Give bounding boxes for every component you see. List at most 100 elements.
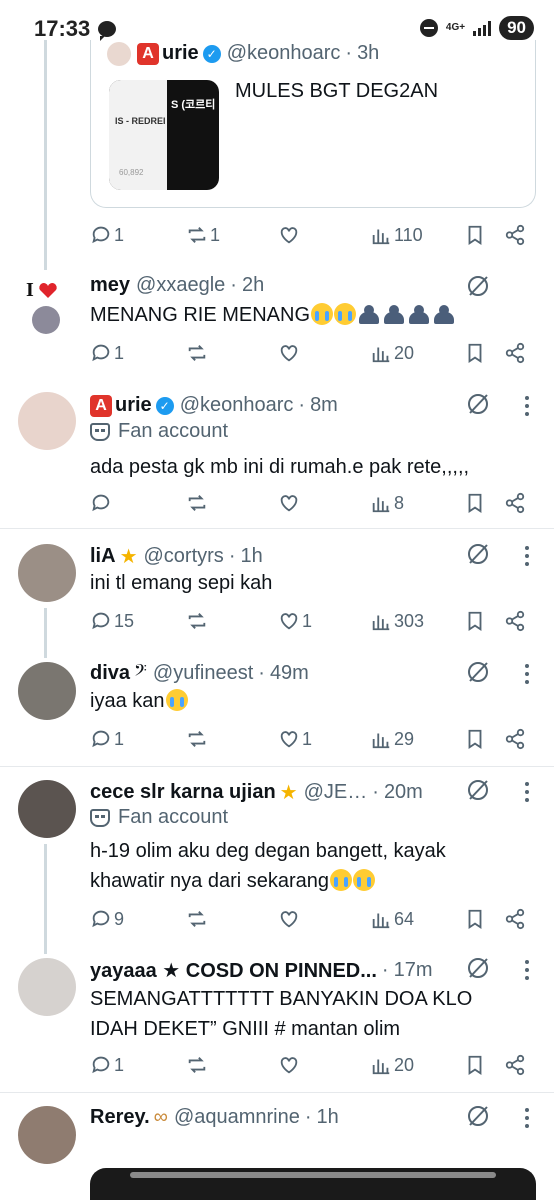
grok-icon[interactable] [466,274,490,298]
tweet-text: iyaa kan [90,686,520,716]
display-name[interactable]: mey [90,274,130,297]
repost-button[interactable] [186,338,210,368]
share-button[interactable] [504,488,526,518]
repost-icon [188,731,206,747]
reply-button[interactable]: 1 [90,338,124,368]
display-name[interactable]: urie [115,394,152,417]
display-name[interactable]: Rerey. [90,1106,150,1129]
bookmark-button[interactable] [464,1050,486,1080]
views-button[interactable]: 303 [370,606,424,636]
tweet-media-preview[interactable] [90,1168,536,1200]
repost-icon [188,345,206,361]
bookmark-button[interactable] [464,724,486,754]
bookmark-button[interactable] [464,904,486,934]
repost-button[interactable]: 1 [186,220,220,250]
handle[interactable]: @keonhoarc [180,394,294,417]
grok-icon[interactable] [466,542,490,566]
quoted-tweet-card[interactable]: A urie ✓ @keonhoarc · 3h IS - REDREI S (… [90,40,536,208]
handle[interactable]: @xxaegle [136,274,225,297]
views-count: 110 [394,224,423,245]
reply-button[interactable] [90,488,114,518]
avatar[interactable] [18,544,76,602]
repost-icon [188,613,206,629]
network-type: 4G+ [445,22,466,33]
avatar-heart-label: I [26,278,66,300]
quoted-media-thumbnail[interactable]: IS - REDREI S (코르티 60,892 [109,80,219,190]
tweet[interactable]: I mey @xxaegle · 2h MENANG RIE MENANG 1 … [0,270,554,390]
grok-icon[interactable] [466,660,490,684]
share-icon [505,728,525,750]
avatar[interactable] [18,958,76,1016]
avatar[interactable] [18,392,76,450]
like-button[interactable] [278,488,302,518]
like-button[interactable]: 1 [278,606,312,636]
avatar[interactable] [18,780,76,838]
quoted-display-name: urie [162,42,199,64]
share-button[interactable] [504,606,526,636]
share-button[interactable] [504,338,526,368]
avatar[interactable] [32,306,60,334]
views-button[interactable]: 20 [370,338,414,368]
reply-button[interactable]: 1 [90,220,124,250]
more-options-icon[interactable] [524,664,530,684]
share-button[interactable] [504,220,526,250]
reply-button[interactable]: 1 [90,1050,124,1080]
handle[interactable]: @cortyrs [144,545,224,568]
reply-button[interactable]: 9 [90,904,124,934]
views-button[interactable]: 8 [370,488,404,518]
like-button[interactable] [278,1050,302,1080]
views-button[interactable]: 20 [370,1050,414,1080]
handle[interactable]: @yufineest [153,662,253,685]
like-button[interactable] [278,220,302,250]
display-name[interactable]: diva [90,662,130,685]
tweet[interactable]: liA ★ @cortyrs · 1h ini tl emang sepi ka… [0,540,554,658]
tweet-divider [0,528,554,529]
handle[interactable]: @JE… [304,781,368,804]
share-button[interactable] [504,904,526,934]
tweet[interactable]: yayaaa ★ COSD ON PINNED... · 17m SEMANGA… [0,954,554,1084]
tweet[interactable]: diva 𝄢 @yufineest · 49m iyaa kan 1 1 29 [0,658,554,768]
repost-button[interactable] [186,904,210,934]
avatar[interactable] [18,662,76,720]
bookmark-button[interactable] [464,606,486,636]
views-button[interactable]: 110 [370,220,423,250]
tweet[interactable]: cece slr karna ujian ★ @JE… · 20m Fan ac… [0,776,554,954]
more-options-icon[interactable] [524,396,530,416]
views-button[interactable]: 29 [370,724,414,754]
handle[interactable]: @aquamnrine [174,1106,300,1129]
display-name[interactable]: yayaaa ★ COSD ON PINNED... [90,958,377,983]
bookmark-button[interactable] [464,220,486,250]
like-button[interactable] [278,904,302,934]
repost-button[interactable] [186,1050,210,1080]
bookmark-button[interactable] [464,338,486,368]
grok-icon[interactable] [466,1104,490,1128]
grok-icon[interactable] [466,956,490,980]
tweet-with-quote[interactable]: A urie ✓ @keonhoarc · 3h IS - REDREI S (… [0,40,554,270]
tweet-age: 1h [316,1106,339,1128]
display-name[interactable]: liA [90,545,116,568]
grok-icon[interactable] [466,778,490,802]
more-options-icon[interactable] [524,1108,530,1128]
reply-button[interactable]: 1 [90,724,124,754]
like-button[interactable]: 1 [278,724,312,754]
repost-button[interactable] [186,606,210,636]
repost-icon [188,227,206,243]
like-button[interactable] [278,338,302,368]
grok-icon[interactable] [466,392,490,416]
display-name[interactable]: cece slr karna ujian [90,781,276,804]
share-button[interactable] [504,1050,526,1080]
avatar[interactable] [18,1106,76,1164]
tweet-header: cece slr karna ujian ★ @JE… · 20m [90,780,423,805]
more-options-icon[interactable] [524,960,530,980]
action-bar: 8 [90,488,530,518]
more-options-icon[interactable] [524,546,530,566]
reply-count: 1 [114,1054,125,1075]
tweet[interactable]: A urie ✓ @keonhoarc · 8m Fan account ada… [0,390,554,530]
repost-button[interactable] [186,488,210,518]
more-options-icon[interactable] [524,782,530,802]
repost-button[interactable] [186,724,210,754]
share-button[interactable] [504,724,526,754]
bookmark-button[interactable] [464,488,486,518]
views-button[interactable]: 64 [370,904,414,934]
reply-button[interactable]: 15 [90,606,134,636]
